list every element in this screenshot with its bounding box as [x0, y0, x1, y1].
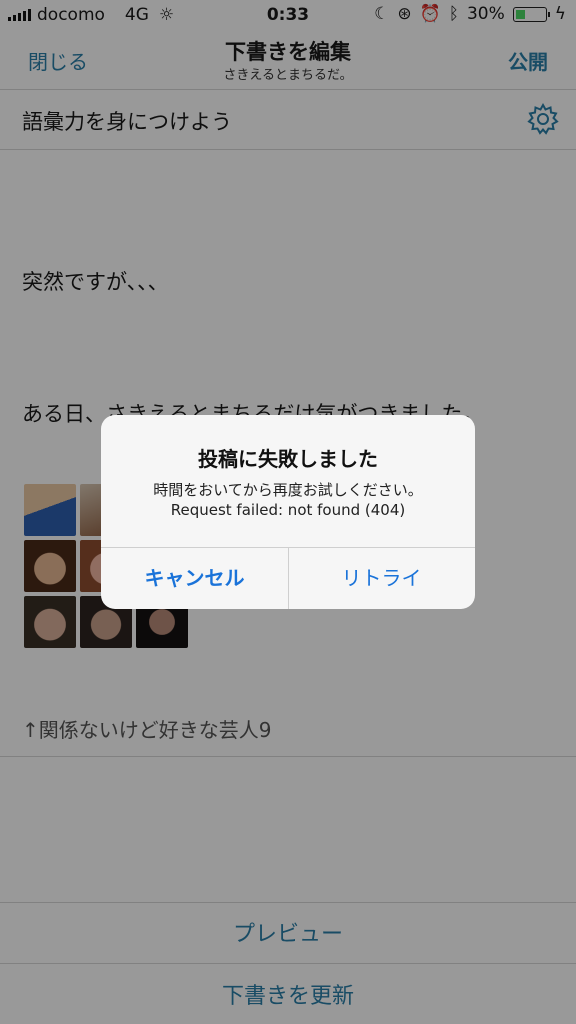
alert-error-detail: Request failed: not found (404)	[170, 501, 406, 519]
alert-message: 時間をおいてから再度お試しください。	[153, 481, 423, 499]
error-alert: 投稿に失敗しました 時間をおいてから再度お試しください。 Request fai…	[101, 415, 475, 609]
retry-button[interactable]: リトライ	[288, 547, 475, 609]
alert-title: 投稿に失敗しました	[198, 447, 378, 471]
cancel-button[interactable]: キャンセル	[101, 547, 288, 609]
